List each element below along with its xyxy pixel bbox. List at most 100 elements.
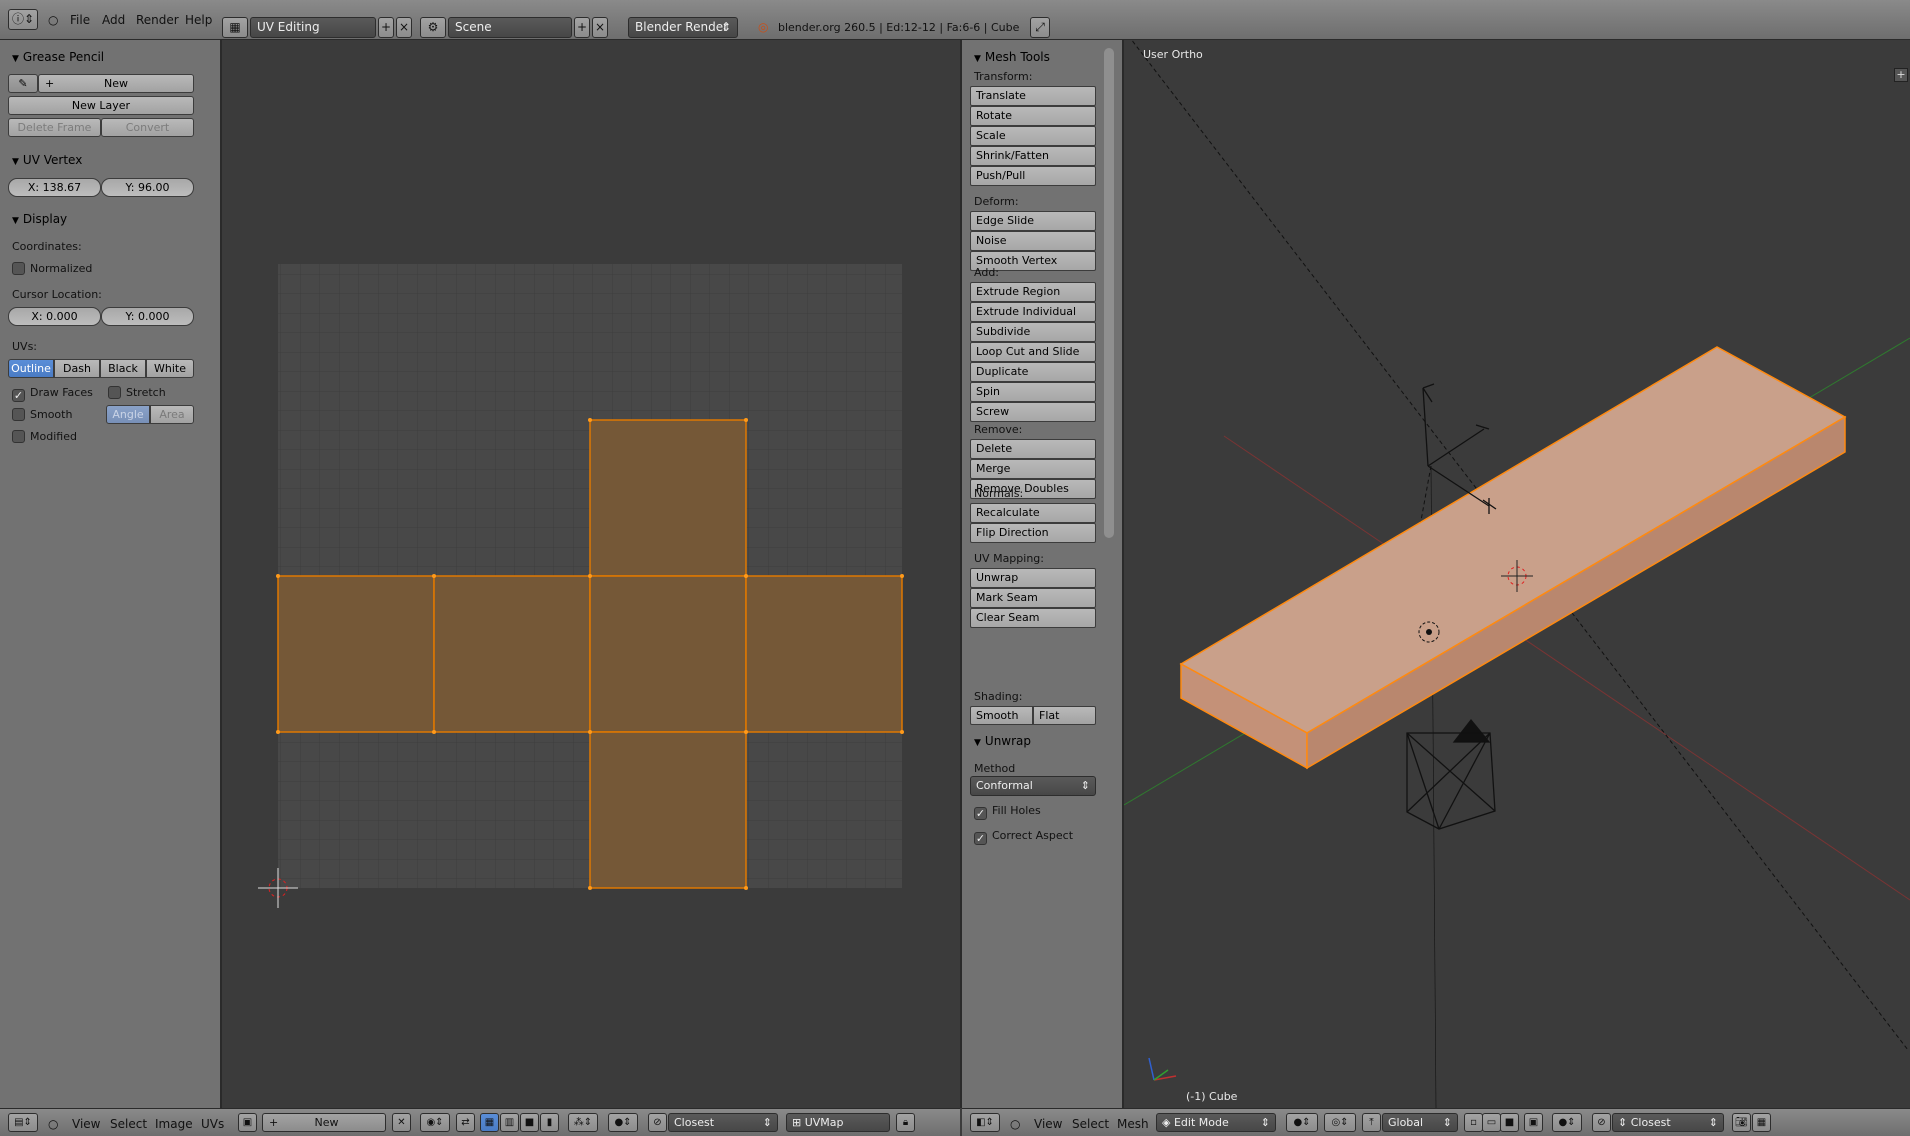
occlude-geometry-icon[interactable]: ▣ — [1524, 1113, 1543, 1132]
tool-button-noise[interactable]: Noise — [970, 231, 1096, 251]
tool-button-scale[interactable]: Scale — [970, 126, 1096, 146]
mode-select[interactable]: ◈ Edit Mode ⇕ — [1156, 1113, 1276, 1132]
uv-face-left[interactable] — [277, 575, 435, 733]
vertex-select-mode-icon[interactable]: ▫ — [1464, 1113, 1483, 1132]
render-still-icon[interactable]: 📷︎ — [1732, 1113, 1751, 1132]
tool-button-extrude-region[interactable]: Extrude Region — [970, 282, 1096, 302]
editor-type-info-button[interactable]: ⓘ⇕ — [8, 9, 38, 30]
mesh-tools-header[interactable]: ▼ Mesh Tools — [974, 50, 1050, 64]
uv-menu-view[interactable]: View — [72, 1117, 100, 1131]
uv-face-top[interactable] — [589, 419, 747, 577]
correct-aspect-checkbox[interactable]: ✓ Correct Aspect — [974, 829, 1073, 845]
uv-mode-black[interactable]: Black — [100, 359, 146, 378]
pencil-icon[interactable]: ✎ — [8, 74, 38, 93]
edge-select-icon[interactable]: ▥ — [500, 1113, 519, 1132]
add-scene-icon[interactable]: + — [574, 17, 590, 38]
orientation-select[interactable]: Global ⇕ — [1382, 1113, 1458, 1132]
tool-button-flip-direction[interactable]: Flip Direction — [970, 523, 1096, 543]
shading-smooth-button[interactable]: Smooth — [970, 706, 1033, 725]
pin-icon[interactable]: ✕ — [392, 1113, 411, 1132]
edge-select-mode-icon[interactable]: ▭ — [1482, 1113, 1501, 1132]
tool-button-screw[interactable]: Screw — [970, 402, 1096, 422]
tool-button-translate[interactable]: Translate — [970, 86, 1096, 106]
menu-add[interactable]: Add — [102, 13, 125, 27]
editor-type-3d-button[interactable]: ◧⇕ — [970, 1113, 1000, 1132]
sticky-select-icon[interactable]: ⁂⇕ — [568, 1113, 598, 1132]
modified-checkbox[interactable]: Modified — [12, 430, 77, 443]
tool-button-spin[interactable]: Spin — [970, 382, 1096, 402]
draw-faces-checkbox[interactable]: ✓ Draw Faces — [12, 386, 93, 402]
uv-vertex-y-field[interactable]: Y: 96.00 — [101, 178, 194, 197]
header-collapse-icon[interactable]: ○ — [48, 1117, 58, 1131]
pivot-point-icon[interactable]: ◎⇕ — [1324, 1113, 1356, 1132]
tool-button-delete[interactable]: Delete — [970, 439, 1096, 459]
manipulator-icon[interactable]: ⤒ — [1362, 1113, 1381, 1132]
cursor-x-field[interactable]: X: 0.000 — [8, 307, 101, 326]
uv-snap-select[interactable]: Closest ⇕ — [668, 1113, 778, 1132]
tool-button-mark-seam[interactable]: Mark Seam — [970, 588, 1096, 608]
render-engine-select[interactable]: Blender Render ⇕ — [628, 17, 738, 38]
menu-render[interactable]: Render — [136, 13, 179, 27]
delete-scene-icon[interactable]: × — [592, 17, 608, 38]
scene-icon[interactable]: ⚙ — [420, 17, 446, 38]
header-collapse-icon[interactable]: ○ — [1010, 1117, 1020, 1131]
editor-type-uv-button[interactable]: ▤⇕ — [8, 1113, 38, 1132]
grease-pencil-new-button[interactable]: + New — [38, 74, 194, 93]
snap-toggle-icon[interactable]: ⊘ — [1592, 1113, 1611, 1132]
tool-button-extrude-individual[interactable]: Extrude Individual — [970, 302, 1096, 322]
uvmap-field[interactable]: ⊞ UVMap — [786, 1113, 890, 1132]
proportional-edit-icon[interactable]: ●⇕ — [608, 1113, 638, 1132]
face-select-mode-icon[interactable]: ■ — [1500, 1113, 1519, 1132]
screen-layout-field[interactable]: UV Editing — [250, 17, 376, 38]
proportional-edit-icon[interactable]: ●⇕ — [1552, 1113, 1582, 1132]
menu-help[interactable]: Help — [185, 13, 212, 27]
tool-panel-scrollbar[interactable] — [1104, 48, 1114, 538]
new-layer-button[interactable]: New Layer — [8, 96, 194, 115]
snap-element-select[interactable]: ⇕ Closest ⇕ — [1612, 1113, 1724, 1132]
uv-grid-svg[interactable] — [222, 40, 960, 1108]
uv-vertex-x-field[interactable]: X: 138.67 — [8, 178, 101, 197]
tool-button-subdivide[interactable]: Subdivide — [970, 322, 1096, 342]
uv-editor-canvas[interactable] — [222, 40, 960, 1108]
cube-mesh[interactable] — [1179, 346, 1847, 770]
image-browse-icon[interactable]: ▣ — [238, 1113, 257, 1132]
uv-menu-select[interactable]: Select — [110, 1117, 147, 1131]
scene-field[interactable]: Scene — [448, 17, 572, 38]
tool-button-merge[interactable]: Merge — [970, 459, 1096, 479]
tool-button-duplicate[interactable]: Duplicate — [970, 362, 1096, 382]
uv-mode-dash[interactable]: Dash — [54, 359, 100, 378]
tool-button-shrink-fatten[interactable]: Shrink/Fatten — [970, 146, 1096, 166]
face-select-icon[interactable]: ■ — [520, 1113, 539, 1132]
toggle-properties-icon[interactable]: + — [1894, 68, 1908, 82]
tool-button-clear-seam[interactable]: Clear Seam — [970, 608, 1096, 628]
tool-button-recalculate[interactable]: Recalculate — [970, 503, 1096, 523]
display-header[interactable]: ▼ Display — [12, 212, 67, 226]
stretch-area-toggle[interactable]: Area — [150, 405, 194, 424]
stretch-checkbox[interactable]: Stretch — [108, 386, 166, 399]
tool-button-edge-slide[interactable]: Edge Slide — [970, 211, 1096, 231]
menu-file[interactable]: File — [70, 13, 90, 27]
uv-face-center[interactable] — [589, 575, 747, 733]
uv-menu-image[interactable]: Image — [155, 1117, 193, 1131]
uv-face-center-left[interactable] — [433, 575, 591, 733]
cursor-y-field[interactable]: Y: 0.000 — [101, 307, 194, 326]
snap-toggle-icon[interactable]: ⊘ — [648, 1113, 667, 1132]
header-collapse-icon[interactable]: ○ — [48, 13, 58, 27]
delete-screen-icon[interactable]: × — [396, 17, 412, 38]
image-new-button[interactable]: + New — [262, 1113, 386, 1132]
island-select-icon[interactable]: ▮ — [540, 1113, 559, 1132]
uv-mode-outline[interactable]: Outline — [8, 359, 54, 378]
delete-frame-button[interactable]: Delete Frame — [8, 118, 101, 137]
unwrap-method-select[interactable]: Conformal ⇕ — [970, 776, 1096, 796]
uv-face-right[interactable] — [745, 575, 903, 733]
screen-layout-icon[interactable]: ▦ — [222, 17, 248, 38]
uv-menu-uvs[interactable]: UVs — [201, 1117, 224, 1131]
stretch-angle-toggle[interactable]: Angle — [106, 405, 150, 424]
vertex-select-icon[interactable]: ▦ — [480, 1113, 499, 1132]
uv-vertex-header[interactable]: ▼ UV Vertex — [12, 153, 82, 167]
shading-flat-button[interactable]: Flat — [1033, 706, 1096, 725]
uv-mode-white[interactable]: White — [146, 359, 194, 378]
3d-menu-mesh[interactable]: Mesh — [1117, 1117, 1149, 1131]
fill-holes-checkbox[interactable]: ✓ Fill Holes — [974, 804, 1041, 820]
tool-button-rotate[interactable]: Rotate — [970, 106, 1096, 126]
